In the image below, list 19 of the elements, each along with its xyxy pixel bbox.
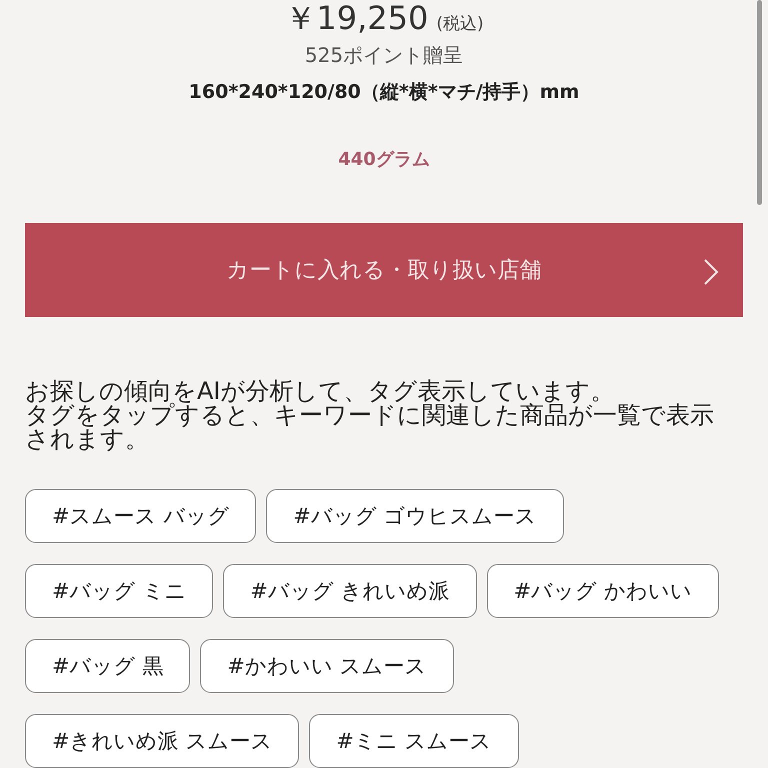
ai-note-text: タグをタップすると、キーワードに関連した商品が一覧で表示されます。 <box>25 403 715 451</box>
tag-chip[interactable]: #バッグ ゴウヒスムース <box>266 489 564 543</box>
tag-chip[interactable]: #きれいめ派 スムース <box>25 714 300 768</box>
cart-button[interactable]: カートに入れる・取り扱い店舗 <box>25 223 743 317</box>
chevron-right-icon <box>703 258 719 286</box>
tag-chip[interactable]: #バッグ 黒 <box>25 639 190 693</box>
tag-chip[interactable]: #スムース バッグ <box>25 489 256 543</box>
weight-text: 440グラム <box>338 148 430 171</box>
tag-chip[interactable]: #バッグ ミニ <box>25 564 214 618</box>
tag-chip[interactable]: #ミニ スムース <box>309 714 519 768</box>
tag-chip[interactable]: #バッグ きれいめ派 <box>223 564 477 618</box>
ai-note-text: お探しの傾向をAIが分析して、タグ表示しています。 <box>25 379 616 403</box>
tag-chip[interactable]: #かわいい スムース <box>200 639 454 693</box>
scrollbar[interactable] <box>757 0 762 205</box>
price: ￥19,250 <box>284 0 428 36</box>
dimensions-text: 160*240*120/80（縦*横*マチ/持手）mm <box>188 80 580 105</box>
tag-chip[interactable]: #バッグ かわいい <box>486 564 719 618</box>
tax-note: (税込) <box>436 13 484 35</box>
points-text: 525ポイント贈呈 <box>304 42 464 69</box>
